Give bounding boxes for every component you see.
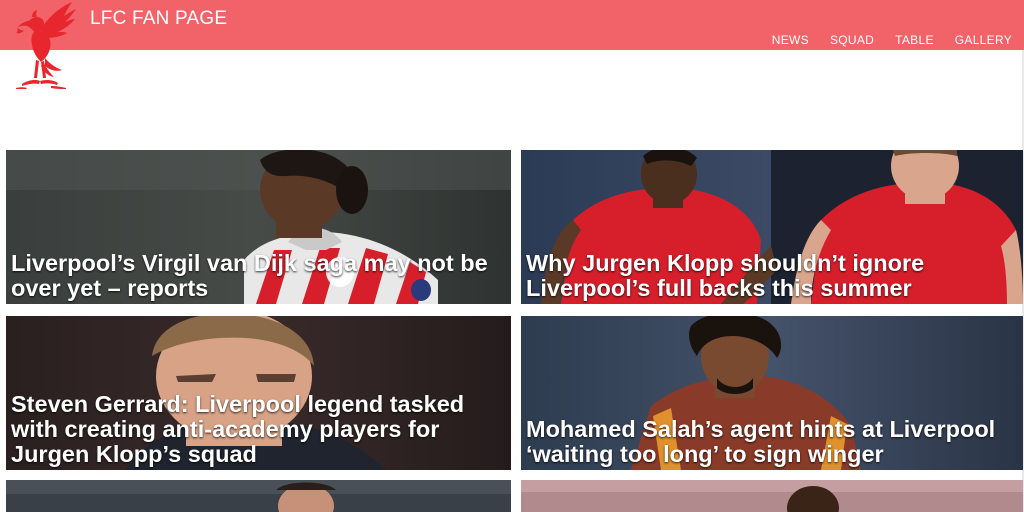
liverbird-icon[interactable]	[10, 0, 78, 94]
nav-news[interactable]: NEWS	[772, 33, 809, 47]
article-title[interactable]: Liverpool’s Virgil van Dijk saga may not…	[11, 251, 505, 301]
nav-table[interactable]: TABLE	[895, 33, 934, 47]
nav-squad[interactable]: SQUAD	[830, 33, 874, 47]
top-bar: LFC FAN PAGE NEWS SQUAD TABLE GALLERY	[0, 0, 1024, 50]
article-title[interactable]: Mohamed Salah’s agent hints at Liverpool…	[526, 417, 1017, 467]
article-card[interactable]	[6, 480, 511, 512]
article-title[interactable]: Why Jurgen Klopp shouldn’t ignore Liverp…	[526, 251, 1017, 301]
main-nav: NEWS SQUAD TABLE GALLERY	[772, 33, 1012, 47]
article-card[interactable]: Steven Gerrard: Liverpool legend tasked …	[6, 316, 511, 470]
article-photo	[521, 480, 1023, 512]
nav-gallery[interactable]: GALLERY	[955, 33, 1012, 47]
site-title[interactable]: LFC FAN PAGE	[90, 8, 227, 30]
article-card[interactable]: Liverpool’s Virgil van Dijk saga may not…	[6, 150, 511, 304]
article-card[interactable]	[521, 480, 1023, 512]
article-card[interactable]: Mohamed Salah’s agent hints at Liverpool…	[521, 316, 1023, 470]
article-card[interactable]: Why Jurgen Klopp shouldn’t ignore Liverp…	[521, 150, 1023, 304]
article-photo	[6, 480, 511, 512]
article-title[interactable]: Steven Gerrard: Liverpool legend tasked …	[11, 392, 505, 467]
